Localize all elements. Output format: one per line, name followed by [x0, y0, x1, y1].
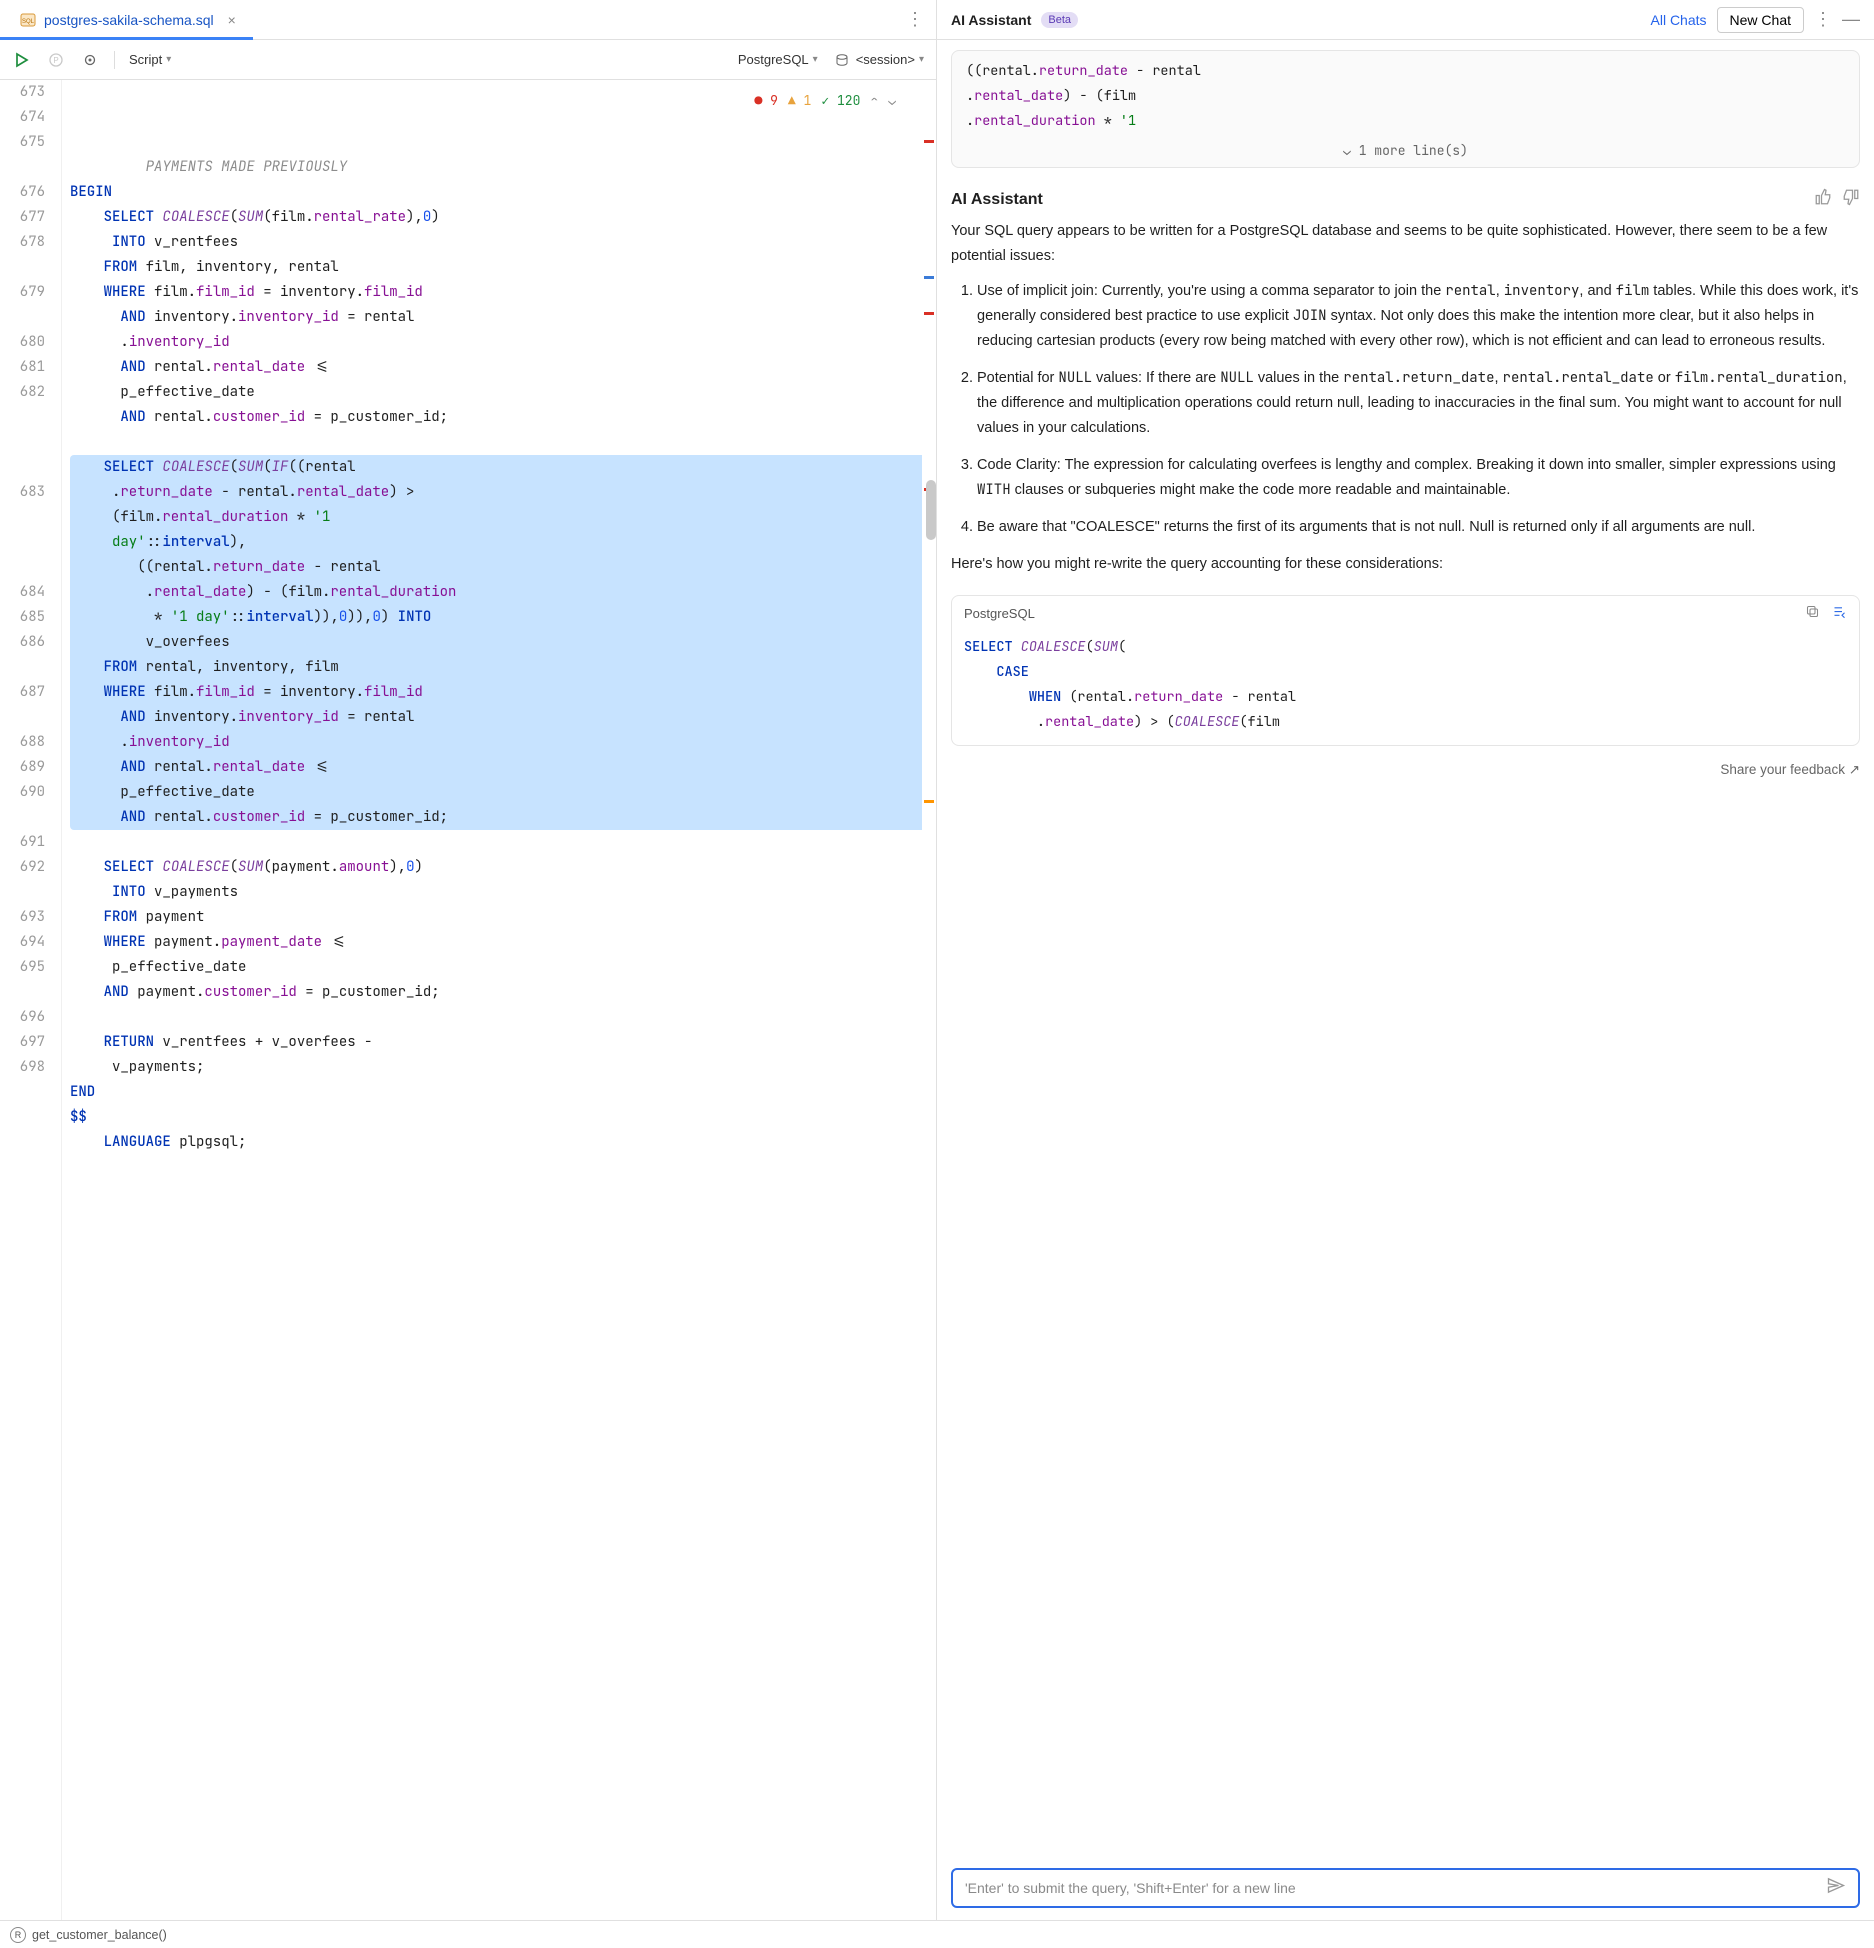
chevron-down-icon: ▾	[919, 54, 924, 65]
response-intro: Your SQL query appears to be written for…	[951, 219, 1860, 269]
code-line[interactable]: $$	[70, 1105, 922, 1130]
svg-text:P: P	[53, 56, 58, 65]
code-line[interactable]: FROM film, inventory, rental	[70, 255, 922, 280]
code-block-lang: PostgreSQL	[964, 606, 1035, 621]
thumbs-up-icon[interactable]	[1814, 188, 1832, 211]
response-outro: Here's how you might re-write the query …	[951, 552, 1860, 577]
warning-count: ▲ 1	[788, 88, 811, 113]
code-line[interactable]: p_effective_date	[70, 780, 922, 805]
prev-issue-icon[interactable]: ⌃	[870, 88, 878, 113]
code-line[interactable]: SELECT COALESCE(SUM(film.rental_rate),0)	[70, 205, 922, 230]
code-line[interactable]: FROM rental, inventory, film	[70, 655, 922, 680]
code-line[interactable]: day'::interval),	[70, 530, 922, 555]
response-list-item: Be aware that "COALESCE" returns the fir…	[977, 515, 1860, 540]
code-line[interactable]: .inventory_id	[70, 730, 922, 755]
code-line[interactable]: BEGIN	[70, 180, 922, 205]
code-line[interactable]: * '1 day'::interval)),0)),0) INTO	[70, 605, 922, 630]
code-line[interactable]	[70, 430, 922, 455]
next-issue-icon[interactable]: ⌄	[888, 88, 896, 113]
status-bar: R get_customer_balance()	[0, 1920, 1874, 1948]
code-line[interactable]: AND inventory.inventory_id = rental	[70, 305, 922, 330]
tab-bar: SQL postgres-sakila-schema.sql × ⋮	[0, 0, 936, 40]
ai-prompt-input[interactable]: 'Enter' to submit the query, 'Shift+Ente…	[951, 1868, 1860, 1908]
ai-overflow-icon[interactable]: ⋮	[1814, 9, 1832, 30]
ai-response-body: Your SQL query appears to be written for…	[937, 219, 1874, 587]
file-tab-label: postgres-sakila-schema.sql	[44, 12, 214, 28]
suggested-code-block: PostgreSQL SELECT COALESCE(SUM( CASE WHE…	[951, 595, 1860, 746]
send-icon[interactable]	[1826, 1876, 1846, 1901]
status-context[interactable]: get_customer_balance()	[32, 1928, 167, 1942]
code-line[interactable]: SELECT COALESCE(SUM(payment.amount),0)	[70, 855, 922, 880]
code-line[interactable]: AND payment.customer_id = p_customer_id;	[70, 980, 922, 1005]
expand-lines-link[interactable]: ⌄ 1 more line(s)	[966, 134, 1845, 163]
minimize-icon[interactable]: —	[1842, 9, 1860, 30]
code-line[interactable]: (film.rental_duration * '1	[70, 505, 922, 530]
all-chats-link[interactable]: All Chats	[1651, 12, 1707, 28]
chevron-down-icon: ▾	[166, 54, 171, 65]
marker-stripe[interactable]	[922, 80, 936, 1920]
new-chat-button[interactable]: New Chat	[1717, 7, 1804, 33]
chevron-down-icon: ▾	[813, 54, 818, 65]
insert-icon[interactable]	[1832, 604, 1847, 623]
dialect-select[interactable]: PostgreSQL ▾	[738, 52, 818, 67]
code-line[interactable]: .rental_date) - (film.rental_duration	[70, 580, 922, 605]
ai-header: AI Assistant Beta All Chats New Chat ⋮ —	[937, 0, 1874, 40]
code-line[interactable]: SELECT COALESCE(SUM(IF((rental	[70, 455, 922, 480]
scrollbar-thumb[interactable]	[926, 480, 936, 540]
code-line[interactable]	[70, 830, 922, 855]
code-line[interactable]: .return_date - rental.rental_date) >	[70, 480, 922, 505]
inspection-summary[interactable]: ● 9 ▲ 1 ✓ 120 ⌃ ⌄	[748, 86, 902, 115]
code-line[interactable]: END	[70, 1080, 922, 1105]
settings-icon[interactable]	[80, 50, 100, 70]
code-line[interactable]: AND rental.rental_date <=	[70, 755, 922, 780]
editor-toolbar: P Script ▾ PostgreSQL ▾	[0, 40, 936, 80]
code-editor[interactable]: 6736746756766776786796806816826836846856…	[0, 80, 936, 1920]
code-line[interactable]: WHERE film.film_id = inventory.film_id	[70, 280, 922, 305]
response-list-item: Potential for NULL values: If there are …	[977, 366, 1860, 441]
close-tab-icon[interactable]: ×	[228, 12, 236, 28]
code-line[interactable]: AND inventory.inventory_id = rental	[70, 705, 922, 730]
session-icon	[832, 50, 852, 70]
code-line[interactable]: FROM payment	[70, 905, 922, 930]
code-line[interactable]: p_effective_date	[70, 955, 922, 980]
code-line[interactable]: v_payments;	[70, 1055, 922, 1080]
code-line[interactable]: ((rental.return_date - rental	[70, 555, 922, 580]
response-list-item: Code Clarity: The expression for calcula…	[977, 453, 1860, 503]
code-line[interactable]: RETURN v_rentfees + v_overfees -	[70, 1030, 922, 1055]
code-line[interactable]: AND rental.customer_id = p_customer_id;	[70, 405, 922, 430]
ai-title: AI Assistant	[951, 12, 1031, 28]
run-profile-icon[interactable]: P	[46, 50, 66, 70]
code-line[interactable]: AND rental.customer_id = p_customer_id;	[70, 805, 922, 830]
routine-icon: R	[10, 1927, 26, 1943]
tab-overflow-icon[interactable]: ⋮	[906, 9, 924, 30]
code-line[interactable]: INTO v_rentfees	[70, 230, 922, 255]
file-tab[interactable]: SQL postgres-sakila-schema.sql ×	[12, 12, 244, 28]
code-line[interactable]: INTO v_payments	[70, 880, 922, 905]
copy-icon[interactable]	[1805, 604, 1820, 623]
beta-badge: Beta	[1041, 12, 1078, 28]
code-line[interactable]	[70, 1005, 922, 1030]
code-line[interactable]: WHERE film.film_id = inventory.film_id	[70, 680, 922, 705]
code-line[interactable]: p_effective_date	[70, 380, 922, 405]
response-author: AI Assistant	[951, 191, 1043, 209]
code-line[interactable]: WHERE payment.payment_date <=	[70, 930, 922, 955]
thumbs-down-icon[interactable]	[1842, 188, 1860, 211]
response-list-item: Use of implicit join: Currently, you're …	[977, 279, 1860, 354]
script-select[interactable]: Script ▾	[129, 52, 171, 67]
run-icon[interactable]	[12, 50, 32, 70]
svg-text:SQL: SQL	[22, 19, 35, 25]
tab-progress-indicator	[0, 37, 253, 40]
code-line[interactable]: AND rental.rental_date <=	[70, 355, 922, 380]
session-select[interactable]: <session> ▾	[832, 50, 924, 70]
code-line[interactable]: LANGUAGE plpgsql;	[70, 1130, 922, 1155]
code-line[interactable]: PAYMENTS MADE PREVIOUSLY	[70, 155, 922, 180]
code-line[interactable]: .inventory_id	[70, 330, 922, 355]
code-line[interactable]: v_overfees	[70, 630, 922, 655]
share-feedback-link[interactable]: Share your feedback ↗	[937, 758, 1874, 786]
ok-count: ✓ 120	[821, 88, 860, 113]
sql-file-icon: SQL	[20, 12, 36, 28]
previous-code-snippet: ((rental.return_date - rental .rental_da…	[951, 50, 1860, 168]
ai-conversation: ((rental.return_date - rental .rental_da…	[937, 40, 1874, 1860]
error-count: ● 9	[754, 88, 777, 113]
